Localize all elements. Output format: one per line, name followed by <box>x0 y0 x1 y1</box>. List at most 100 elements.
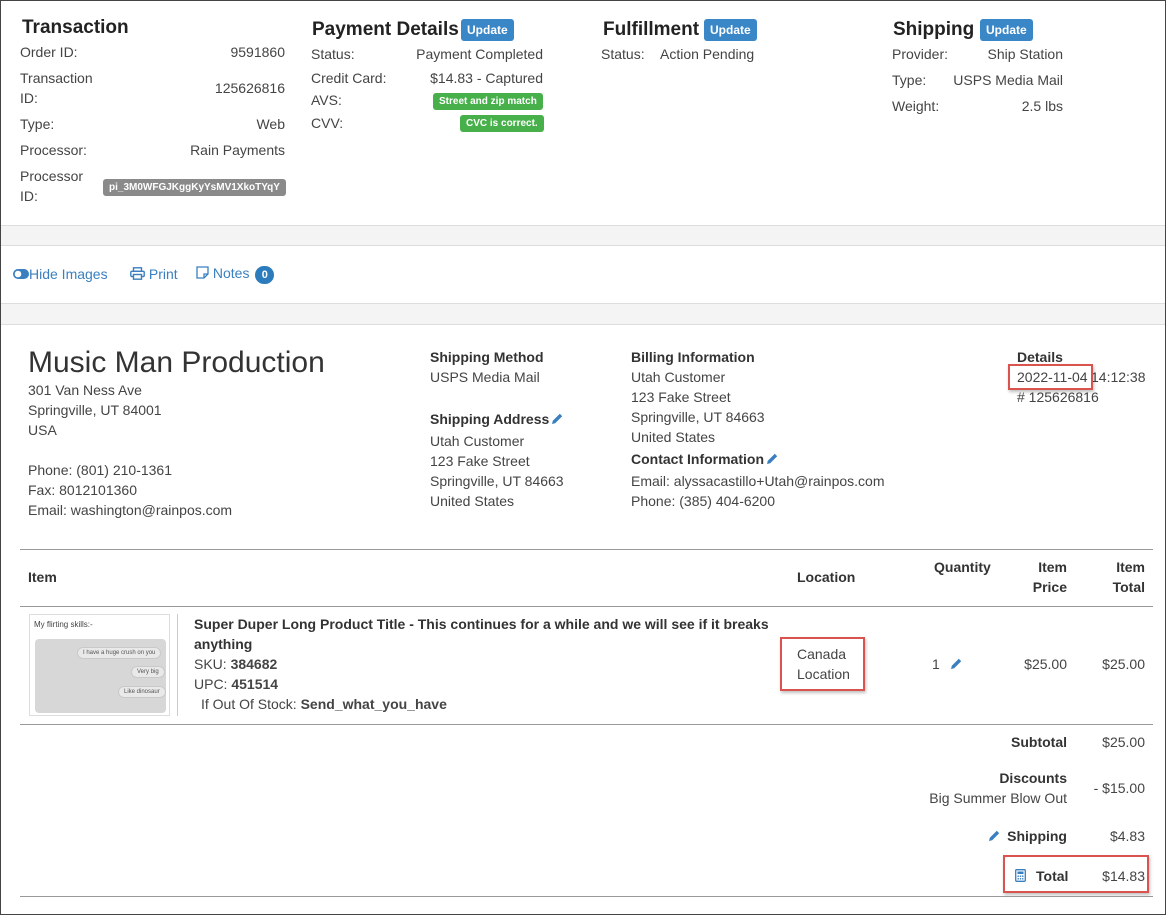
hide-images-toggle[interactable]: Hide Images <box>13 266 108 282</box>
oos-label: If Out Of Stock: <box>201 696 297 712</box>
shipping-address-country: United States <box>430 493 515 509</box>
shipping-address-street: 123 Fake Street <box>430 453 530 469</box>
table-row-border <box>20 724 1153 725</box>
table-top-border <box>20 549 1153 550</box>
shipping-type-value: USPS Media Mail <box>953 72 1063 88</box>
col-header-location: Location <box>797 569 856 585</box>
oos-value: Send_what_you_have <box>300 696 447 712</box>
processor-id-label-line2: ID: <box>20 188 38 204</box>
total-highlight-box <box>1003 855 1149 893</box>
shipping-address-city: Springville, UT 84663 <box>430 473 564 489</box>
payment-status-value: Payment Completed <box>416 46 543 62</box>
product-oos: If Out Of Stock: Send_what_you_have <box>201 696 447 712</box>
avs-badge: Street and zip match <box>433 93 543 110</box>
type-label: Type: <box>20 116 55 132</box>
upc-label: UPC: <box>194 676 228 692</box>
cvv-badge: CVC is correct. <box>460 115 544 132</box>
hide-images-label: Hide Images <box>29 266 108 282</box>
date-highlight-box <box>1008 364 1093 390</box>
fulfillment-status-value: Action Pending <box>660 46 755 62</box>
thumbnail-chat-screen: I have a huge crush on you Very big Like… <box>35 639 166 713</box>
fulfillment-update-button[interactable]: Update <box>704 19 757 41</box>
thumbnail-divider <box>177 614 178 716</box>
contact-email: Email: alyssacastillo+Utah@rainpos.com <box>631 473 885 489</box>
upc-value: 451514 <box>231 676 279 692</box>
transaction-title: Transaction <box>22 17 129 38</box>
item-price: $25.00 <box>1024 656 1067 672</box>
edit-quantity-pencil-icon[interactable] <box>950 657 963 670</box>
product-title-line2: anything <box>194 636 253 652</box>
chat-bubble: I have a huge crush on you <box>77 647 162 659</box>
printer-icon <box>130 267 145 281</box>
col-header-item: Item <box>28 569 57 585</box>
product-thumbnail[interactable]: My flirting skills:- I have a huge crush… <box>29 614 170 716</box>
print-link[interactable]: Print <box>130 266 178 282</box>
details-title: Details <box>1017 349 1063 365</box>
chat-bubble: Very big <box>131 666 165 678</box>
item-quantity: 1 <box>932 656 940 672</box>
processor-id-label-line1: Processor <box>20 168 84 184</box>
product-title-line1: Super Duper Long Product Title - This co… <box>194 616 769 632</box>
thumbnail-caption: My flirting skills:- <box>34 620 93 629</box>
table-header-border <box>20 606 1153 607</box>
note-icon <box>196 266 209 279</box>
shipping-method-value: USPS Media Mail <box>430 369 540 385</box>
store-address2: Springville, UT 84001 <box>28 402 162 418</box>
store-name: Music Man Production <box>28 346 325 379</box>
billing-name: Utah Customer <box>631 369 726 385</box>
discounts-label: Discounts <box>999 770 1067 786</box>
discount-value: - $15.00 <box>1093 780 1145 796</box>
processor-id-badge: pi_3M0WFGJKggKyYsMV1XkoTYqY <box>103 179 286 196</box>
chat-bubble: Like dinosaur <box>118 686 166 698</box>
details-number: # 125626816 <box>1017 389 1099 405</box>
order-id-value: 9591860 <box>230 44 285 60</box>
billing-street: 123 Fake Street <box>631 389 731 405</box>
order-id-label: Order ID: <box>20 44 78 60</box>
col-header-total-line2: Total <box>1112 579 1145 595</box>
subtotal-value: $25.00 <box>1102 734 1145 750</box>
provider-label: Provider: <box>892 46 949 62</box>
col-header-price-line2: Price <box>1032 579 1067 595</box>
provider-value: Ship Station <box>987 46 1064 62</box>
print-label: Print <box>148 266 178 282</box>
subtotal-label: Subtotal <box>1011 734 1067 750</box>
cvv-label: CVV: <box>311 115 344 131</box>
avs-label: AVS: <box>311 92 342 108</box>
location-highlight-box <box>780 637 865 691</box>
store-address1: 301 Van Ness Ave <box>28 382 142 398</box>
shipping-method-title: Shipping Method <box>430 349 544 365</box>
type-value: Web <box>256 116 285 132</box>
notes-link[interactable]: Notes 0 <box>196 265 275 284</box>
shipping-address-name: Utah Customer <box>430 433 525 449</box>
edit-contact-pencil-icon[interactable] <box>766 452 779 465</box>
payment-details-title: Payment Details <box>312 19 459 40</box>
processor-value: Rain Payments <box>190 142 285 158</box>
contact-phone: Phone: (385) 404-6200 <box>631 493 775 509</box>
notes-count-badge: 0 <box>255 266 275 284</box>
shipping-address-title: Shipping Address <box>430 411 550 427</box>
notes-label: Notes <box>212 265 250 281</box>
product-sku: SKU: 384682 <box>194 656 277 672</box>
edit-shipping-address-pencil-icon[interactable] <box>551 412 564 425</box>
contact-title: Contact Information <box>631 451 764 467</box>
credit-card-value: $14.83 - Captured <box>430 70 543 86</box>
store-country: USA <box>28 422 57 438</box>
item-total: $25.00 <box>1102 656 1145 672</box>
shipping-update-button[interactable]: Update <box>980 19 1033 41</box>
store-phone: Phone: (801) 210-1361 <box>28 462 172 478</box>
sku-value: 384682 <box>230 656 278 672</box>
section-divider-top <box>1 225 1165 246</box>
details-time: 14:12:38 <box>1091 369 1146 385</box>
store-fax: Fax: 8012101360 <box>28 482 137 498</box>
transaction-id-label-line1: Transaction <box>20 70 93 86</box>
shipping-total-value: $4.83 <box>1109 828 1145 844</box>
col-header-total-line1: Item <box>1116 559 1145 575</box>
shipping-title: Shipping <box>893 19 975 40</box>
col-header-price-line1: Item <box>1038 559 1067 575</box>
payment-update-button[interactable]: Update <box>461 19 514 41</box>
credit-card-label: Credit Card: <box>311 70 387 86</box>
fulfillment-status-label: Status: <box>601 46 645 62</box>
processor-label: Processor: <box>20 142 87 158</box>
transaction-id-label-line2: ID: <box>20 90 38 106</box>
discount-name: Big Summer Blow Out <box>929 790 1067 806</box>
